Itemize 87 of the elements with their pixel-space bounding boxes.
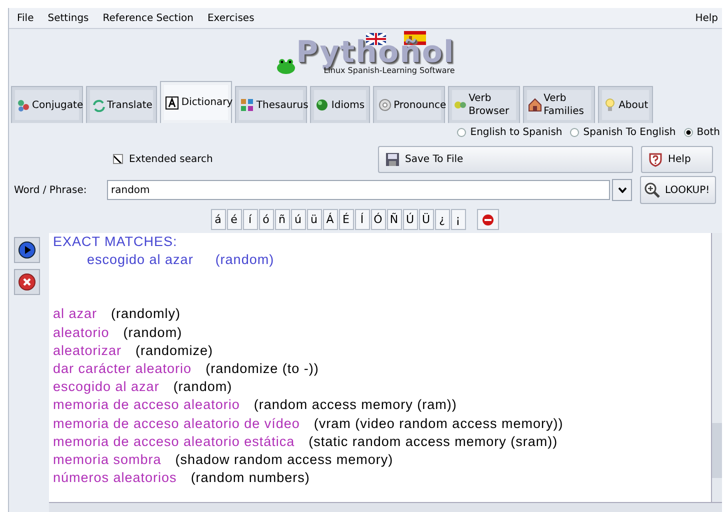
spanish-term: dar carácter aleatorio: [53, 360, 192, 378]
play-icon: [18, 241, 36, 259]
accent-key[interactable]: á: [210, 209, 226, 230]
logo-title: Pythoñol: [296, 39, 455, 67]
save-to-file-button[interactable]: Save To File: [378, 146, 633, 172]
accent-key[interactable]: ú: [290, 209, 306, 230]
close-button[interactable]: [14, 269, 40, 295]
question-shield-icon: [648, 152, 663, 166]
tab[interactable]: Pronounce: [372, 86, 445, 123]
english-term: (random): [173, 378, 232, 396]
dropdown-button[interactable]: [612, 179, 632, 201]
spanish-term: al azar: [53, 305, 98, 324]
english-term: (randomize (to -)): [206, 360, 319, 378]
lookup-button[interactable]: LOOKUP!: [640, 176, 716, 204]
tab-icon: [315, 98, 330, 112]
tab-icon: [378, 98, 392, 112]
field-label: Word / Phrase:: [13, 184, 88, 196]
english-term: (static random access memory (sram)): [308, 432, 558, 451]
spanish-term: aleatorizar: [53, 342, 122, 360]
play-button[interactable]: [14, 237, 40, 263]
spanish-term: escogido al azar: [53, 378, 160, 396]
radio-button[interactable]: [684, 128, 693, 136]
chevron-down-icon: [618, 187, 626, 193]
tab[interactable]: About: [598, 86, 654, 123]
close-icon: [18, 273, 36, 291]
english-term: (random): [215, 251, 274, 270]
accent-key[interactable]: é: [226, 209, 242, 230]
accent-key[interactable]: í: [242, 209, 258, 230]
accent-key[interactable]: ó: [258, 209, 274, 230]
frog-icon: [276, 57, 296, 75]
accent-key[interactable]: ü: [306, 209, 322, 230]
english-term: (randomize): [136, 342, 214, 360]
tab-icon: [91, 98, 105, 112]
menu-item[interactable]: Help: [695, 12, 718, 24]
english-term: (random access memory (ram)): [254, 396, 457, 414]
spanish-term: aleatorio: [53, 324, 110, 342]
spanish-term: memoria sombra: [53, 451, 162, 470]
results-heading: EXACT MATCHES:: [53, 233, 178, 251]
checkbox[interactable]: [113, 154, 123, 164]
tab-icon: [528, 98, 542, 112]
tab-icon: [240, 98, 254, 112]
magnifier-icon: [644, 182, 660, 198]
menu-item[interactable]: File: [17, 12, 34, 24]
clear-button[interactable]: [476, 209, 498, 230]
radio-button[interactable]: [570, 128, 580, 136]
english-term: (random numbers): [190, 469, 310, 488]
menu-item[interactable]: Settings: [48, 12, 89, 24]
tab[interactable]: Thesaurus: [235, 86, 308, 123]
accent-key[interactable]: É: [338, 209, 354, 230]
tab[interactable]: Verb Browser: [448, 86, 520, 123]
spanish-term: memoria de acceso aleatorio de vídeo: [53, 414, 300, 433]
radio-label: Both: [696, 126, 720, 138]
radio-option[interactable]: Both: [684, 126, 720, 138]
no-entry-icon: [482, 214, 494, 226]
tab[interactable]: Idioms: [310, 86, 370, 123]
spanish-term: memoria de acceso aleatorio estática: [53, 432, 295, 451]
horizontal-scrollbar[interactable]: [49, 502, 722, 512]
accent-key[interactable]: ñ: [274, 209, 290, 230]
word-phrase-field[interactable]: random: [107, 180, 610, 200]
english-term: (vram (video random access memory)): [314, 414, 564, 433]
accent-key[interactable]: Á: [322, 209, 338, 230]
accent-key[interactable]: ¿: [434, 209, 450, 230]
spanish-term: escogido al azar: [87, 251, 194, 270]
tab[interactable]: Conjugate: [11, 86, 83, 123]
accent-key[interactable]: Ó: [370, 209, 386, 230]
english-term: (randomly): [111, 305, 181, 324]
english-term: (random): [123, 324, 182, 342]
accent-key[interactable]: Ü: [418, 209, 434, 230]
spanish-term: memoria de acceso aleatorio: [53, 396, 240, 414]
checkbox-label: Extended search: [129, 154, 213, 164]
radio-button[interactable]: [457, 128, 466, 136]
spanish-term: números aleatorios: [53, 469, 177, 488]
accent-key[interactable]: Ú: [402, 209, 418, 230]
accent-key[interactable]: ¡: [450, 209, 466, 230]
accent-key[interactable]: Ñ: [386, 209, 402, 230]
tab[interactable]: Translate: [86, 86, 158, 123]
tab[interactable]: Verb Families: [522, 86, 595, 123]
tab[interactable]: Dictionary: [160, 81, 232, 123]
menu-item[interactable]: Reference Section: [102, 12, 194, 24]
menu-item[interactable]: Exercises: [207, 12, 254, 24]
tab-icon: [602, 98, 617, 112]
tab-icon: [165, 96, 180, 110]
english-term: (shadow random access memory): [175, 451, 394, 470]
vertical-scrollbar[interactable]: [711, 233, 722, 502]
accent-key[interactable]: Í: [354, 209, 370, 230]
help-button[interactable]: Help: [641, 146, 713, 172]
tab-icon: [16, 98, 30, 112]
